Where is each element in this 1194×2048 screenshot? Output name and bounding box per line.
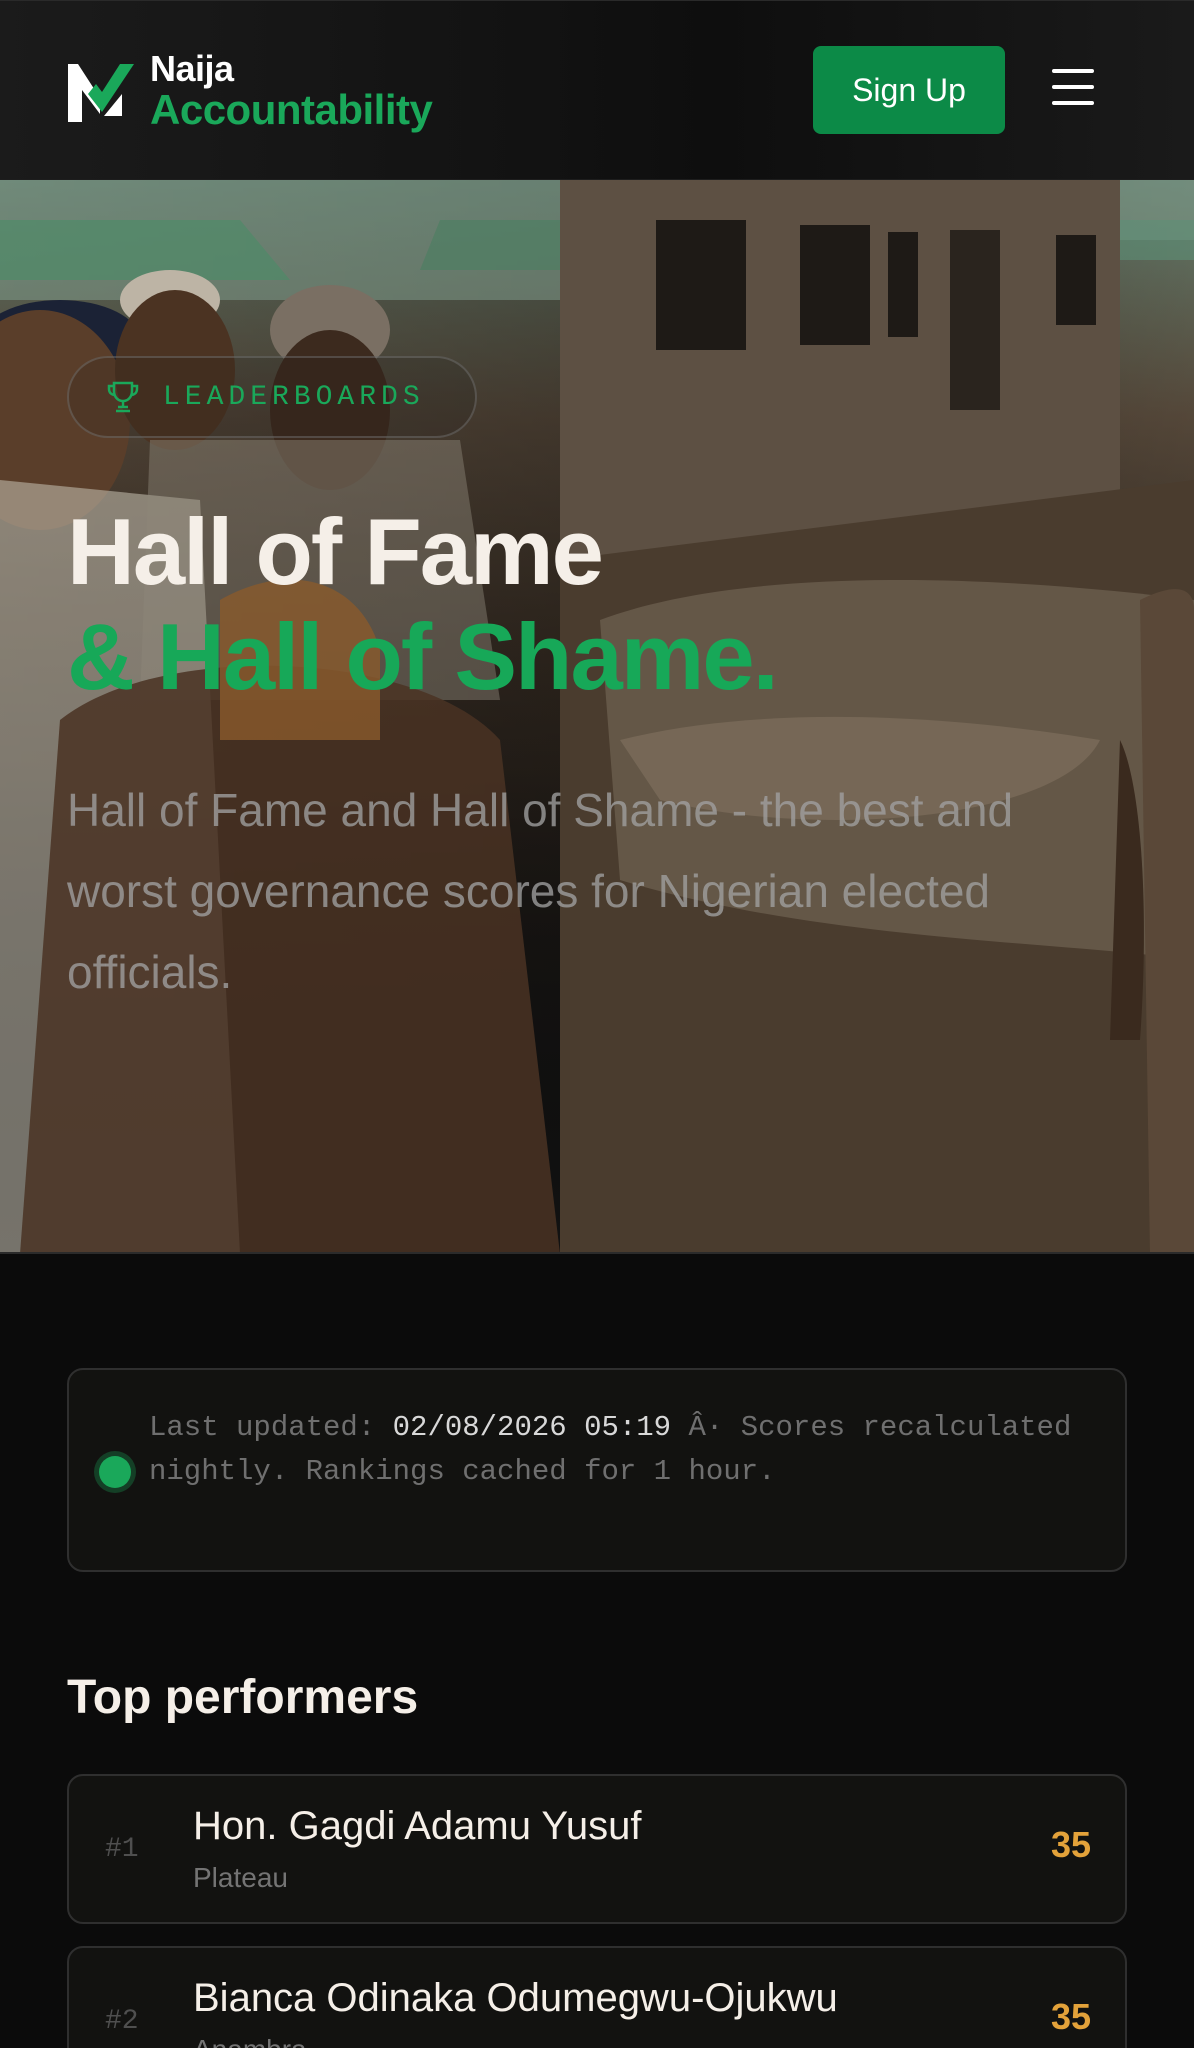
badge-label: LEADERBOARDS (163, 381, 425, 413)
update-prefix: Last updated: (149, 1411, 393, 1444)
official-name: Hon. Gagdi Adamu Yusuf (193, 1804, 642, 1848)
leaderboard-row[interactable]: #1 Hon. Gagdi Adamu Yusuf Plateau 35 (67, 1774, 1127, 1924)
score-value: 35 (1050, 1824, 1091, 1865)
top-header: Naija Accountability Sign Up (0, 0, 1194, 180)
official-state: Plateau (193, 1862, 288, 1893)
official-state: Anambra (193, 2034, 307, 2048)
hero-title-line1: Hall of Fame (67, 499, 604, 604)
hero-title-line2: & Hall of Shame. (67, 604, 779, 709)
hero-description: Hall of Fame and Hall of Shame - the bes… (67, 784, 1014, 998)
score-value: 35 (1050, 1996, 1091, 2037)
status-dot-icon (99, 1456, 131, 1488)
sign-up-button[interactable]: Sign Up (813, 46, 1005, 134)
top-performers-heading: Top performers (67, 1671, 419, 1724)
site-logo[interactable]: Naija Accountability (64, 49, 464, 133)
official-name: Bianca Odinaka Odumegwu-Ojukwu (193, 1976, 838, 2020)
update-timestamp: 02/08/2026 05:19 (392, 1411, 672, 1444)
logo-mark-icon (68, 64, 134, 122)
hero-section: LEADERBOARDS Hall of Fame & Hall of Sham… (0, 180, 1194, 1254)
leaderboard-row[interactable]: #2 Bianca Odinaka Odumegwu-Ojukwu Anambr… (67, 1946, 1127, 2048)
hamburger-menu-icon[interactable] (1052, 69, 1102, 111)
trophy-icon (107, 381, 139, 413)
last-updated-notice: Last updated: 02/08/2026 05:19 Â· Scores… (67, 1368, 1127, 1572)
logo-text-naija: Naija (150, 48, 234, 89)
leaderboards-badge: LEADERBOARDS (67, 356, 477, 438)
rank-label: #1 (105, 1834, 139, 1865)
last-updated-text: Last updated: 02/08/2026 05:19 Â· Scores… (149, 1406, 1089, 1494)
rank-label: #2 (105, 2006, 139, 2037)
logo-text-accountability: Accountability (150, 86, 433, 133)
hero-background-image (0, 180, 1194, 1252)
